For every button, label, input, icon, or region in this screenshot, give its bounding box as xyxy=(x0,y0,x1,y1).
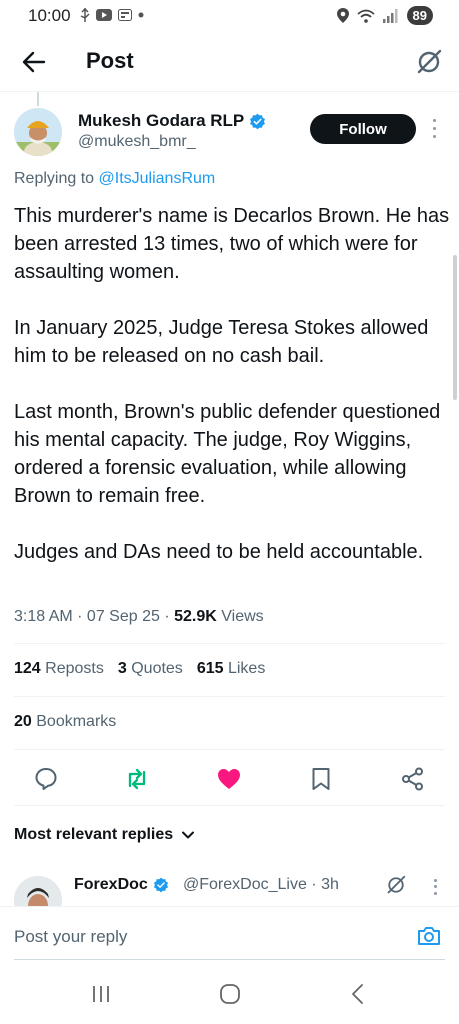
home-icon xyxy=(220,984,240,1004)
heart-icon xyxy=(218,769,240,789)
quotes-stat[interactable]: 3 Quotes xyxy=(118,660,183,678)
verified-badge-icon xyxy=(250,113,266,129)
reply-composer: Post your reply xyxy=(0,906,459,966)
engagement-stats: 124 Reposts 3 Quotes 615 Likes xyxy=(14,660,265,678)
reposts-stat[interactable]: 124 Reposts xyxy=(14,660,104,678)
quotes-label: Quotes xyxy=(131,660,183,677)
more-options-button[interactable] xyxy=(428,116,440,140)
author-name-text: Mukesh Godara RLP xyxy=(78,111,245,130)
tweet-date: 07 Sep 25 xyxy=(86,608,160,625)
reply-author-name[interactable]: ForexDoc xyxy=(74,876,169,894)
follow-button[interactable]: Follow xyxy=(310,114,416,144)
author-handle[interactable]: @mukesh_bmr_ xyxy=(78,133,196,151)
more-dot-icon xyxy=(432,134,436,138)
replies-sort-dropdown[interactable]: Most relevant replies xyxy=(14,826,195,844)
system-nav-bar xyxy=(0,966,459,1024)
top-bar: Post xyxy=(0,36,459,92)
likes-label: Likes xyxy=(227,660,266,677)
bookmarks-stat[interactable]: 20 Bookmarks xyxy=(14,713,116,731)
reply-more-options-button[interactable] xyxy=(430,877,440,897)
tweet-text: This murderer's name is Decarlos Brown. … xyxy=(14,202,450,566)
news-icon xyxy=(118,9,132,21)
likes-count: 615 xyxy=(196,660,224,677)
bookmarks-label: Bookmarks xyxy=(36,713,117,730)
recent-apps-icon xyxy=(93,986,109,1002)
back-button[interactable] xyxy=(18,46,50,78)
quotes-count: 3 xyxy=(117,660,127,677)
wifi-icon xyxy=(356,9,375,23)
views-label[interactable]: Views xyxy=(221,608,263,625)
repost-icon xyxy=(128,768,146,790)
repost-button[interactable] xyxy=(124,766,150,792)
bookmark-icon xyxy=(312,768,330,790)
notification-icons xyxy=(80,8,144,22)
arrow-left-icon xyxy=(22,51,46,73)
camera-icon xyxy=(418,927,440,945)
chevron-left-icon xyxy=(352,984,363,1004)
reply-handle-text: @ForexDoc_Live xyxy=(183,876,307,893)
reposts-label: Reposts xyxy=(45,660,104,677)
bookmarks-count: 20 xyxy=(14,713,32,730)
profile-photo xyxy=(14,108,62,156)
scrollbar[interactable] xyxy=(453,255,457,400)
tweet-paragraph: Last month, Brown's public defender ques… xyxy=(14,401,441,507)
replying-to: Replying to @ItsJuliansRum xyxy=(14,170,215,188)
bookmark-button[interactable] xyxy=(308,766,334,792)
more-dot-icon xyxy=(432,126,436,130)
more-dot-icon xyxy=(432,118,436,122)
home-button[interactable] xyxy=(218,982,242,1006)
reply-button[interactable] xyxy=(33,766,59,792)
tweet-paragraph: This murderer's name is Decarlos Brown. … xyxy=(14,205,450,283)
divider xyxy=(14,805,445,806)
replies-header-label: Most relevant replies xyxy=(14,826,174,843)
reply-author-handle[interactable]: @ForexDoc_Live · 3h xyxy=(183,876,339,894)
recent-apps-button[interactable] xyxy=(89,982,113,1006)
views-count: 52.9K xyxy=(174,608,217,625)
reply-grok-button[interactable] xyxy=(384,873,408,897)
replying-mention[interactable]: @ItsJuliansRum xyxy=(99,170,216,187)
battery-indicator: 89 xyxy=(406,6,433,25)
likes-stat[interactable]: 615 Likes xyxy=(197,660,266,678)
page-title: Post xyxy=(86,48,134,73)
verified-badge-icon xyxy=(153,877,168,893)
more-dot-icon xyxy=(433,885,437,889)
share-button[interactable] xyxy=(400,766,426,792)
tweet-time: 3:18 AM xyxy=(14,608,73,625)
divider xyxy=(14,749,445,750)
status-time: 10:00 xyxy=(28,6,71,25)
tweet-meta: 3:18 AM · 07 Sep 25 · 52.9K Views xyxy=(14,608,264,625)
like-button[interactable] xyxy=(216,766,242,792)
location-icon xyxy=(336,8,349,23)
grok-button[interactable] xyxy=(413,46,445,78)
author-name[interactable]: Mukesh Godara RLP xyxy=(78,111,266,131)
back-nav-button[interactable] xyxy=(346,982,370,1006)
dot-icon xyxy=(138,12,144,18)
system-icons: 89 xyxy=(336,6,433,25)
tweet-paragraph: Judges and DAs need to be held accountab… xyxy=(14,541,424,563)
avatar[interactable] xyxy=(14,108,62,156)
status-bar: 10:00 89 xyxy=(0,0,459,32)
more-dot-icon xyxy=(433,878,437,882)
reply-input-underline xyxy=(14,959,445,960)
share-icon xyxy=(402,767,423,791)
reply-input[interactable]: Post your reply xyxy=(14,927,127,947)
divider xyxy=(14,696,445,697)
grok-icon xyxy=(387,875,406,894)
signal-icon xyxy=(382,8,398,23)
grok-icon xyxy=(417,49,442,74)
replying-prefix: Replying to xyxy=(14,170,95,187)
usb-icon xyxy=(80,8,90,22)
tweet-paragraph: In January 2025, Judge Teresa Stokes all… xyxy=(14,317,429,367)
camera-button[interactable] xyxy=(416,923,442,949)
divider xyxy=(14,643,445,644)
reply-author-name-text: ForexDoc xyxy=(74,876,148,893)
reply-time: 3h xyxy=(321,876,339,893)
thread-line xyxy=(37,92,39,106)
speech-bubble-icon xyxy=(35,768,57,790)
more-dot-icon xyxy=(433,892,437,896)
reposts-count: 124 xyxy=(14,660,41,677)
chevron-down-icon xyxy=(182,831,195,839)
youtube-icon xyxy=(96,9,112,21)
action-bar xyxy=(0,762,459,796)
